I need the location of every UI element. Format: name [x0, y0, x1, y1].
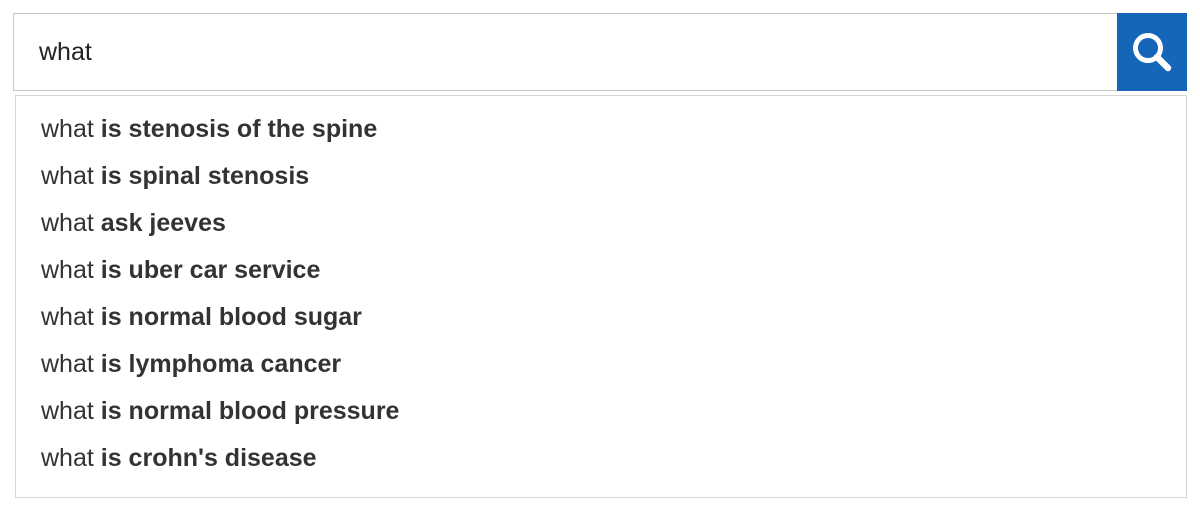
suggestion-typed-text: what — [41, 115, 94, 143]
suggestion-completion-text: is spinal stenosis — [100, 162, 310, 190]
suggestion-typed-text: what — [41, 444, 94, 472]
suggestion-item[interactable]: what ask jeeves — [16, 201, 1186, 248]
suggestion-item[interactable]: what is normal blood sugar — [16, 295, 1186, 342]
suggestion-typed-text: what — [41, 350, 94, 378]
suggestion-completion-text: is stenosis of the spine — [100, 115, 378, 143]
suggestion-completion-text: is uber car service — [100, 256, 321, 284]
search-icon — [1133, 33, 1172, 72]
suggestion-item[interactable]: what is spinal stenosis — [16, 154, 1186, 201]
search-input[interactable] — [13, 13, 1117, 91]
suggestion-completion-text: is lymphoma cancer — [100, 350, 342, 378]
suggestion-item[interactable]: what is lymphoma cancer — [16, 342, 1186, 389]
suggestion-typed-text: what — [41, 303, 94, 331]
suggestion-item[interactable]: what is uber car service — [16, 248, 1186, 295]
suggestion-completion-text: is normal blood pressure — [100, 397, 400, 425]
autocomplete-suggestions: what is stenosis of the spine what is sp… — [15, 95, 1187, 498]
suggestion-item[interactable]: what is stenosis of the spine — [16, 107, 1186, 154]
suggestion-completion-text: is normal blood sugar — [100, 303, 362, 331]
suggestion-item[interactable]: what is normal blood pressure — [16, 389, 1186, 436]
search-button[interactable] — [1117, 13, 1187, 91]
suggestion-completion-text: is crohn's disease — [100, 444, 317, 472]
suggestion-completion-text: ask jeeves — [100, 209, 226, 237]
search-bar — [13, 13, 1187, 91]
suggestion-typed-text: what — [41, 209, 94, 237]
suggestion-item[interactable]: what is crohn's disease — [16, 436, 1186, 483]
suggestion-typed-text: what — [41, 162, 94, 190]
suggestion-typed-text: what — [41, 256, 94, 284]
suggestion-typed-text: what — [41, 397, 94, 425]
